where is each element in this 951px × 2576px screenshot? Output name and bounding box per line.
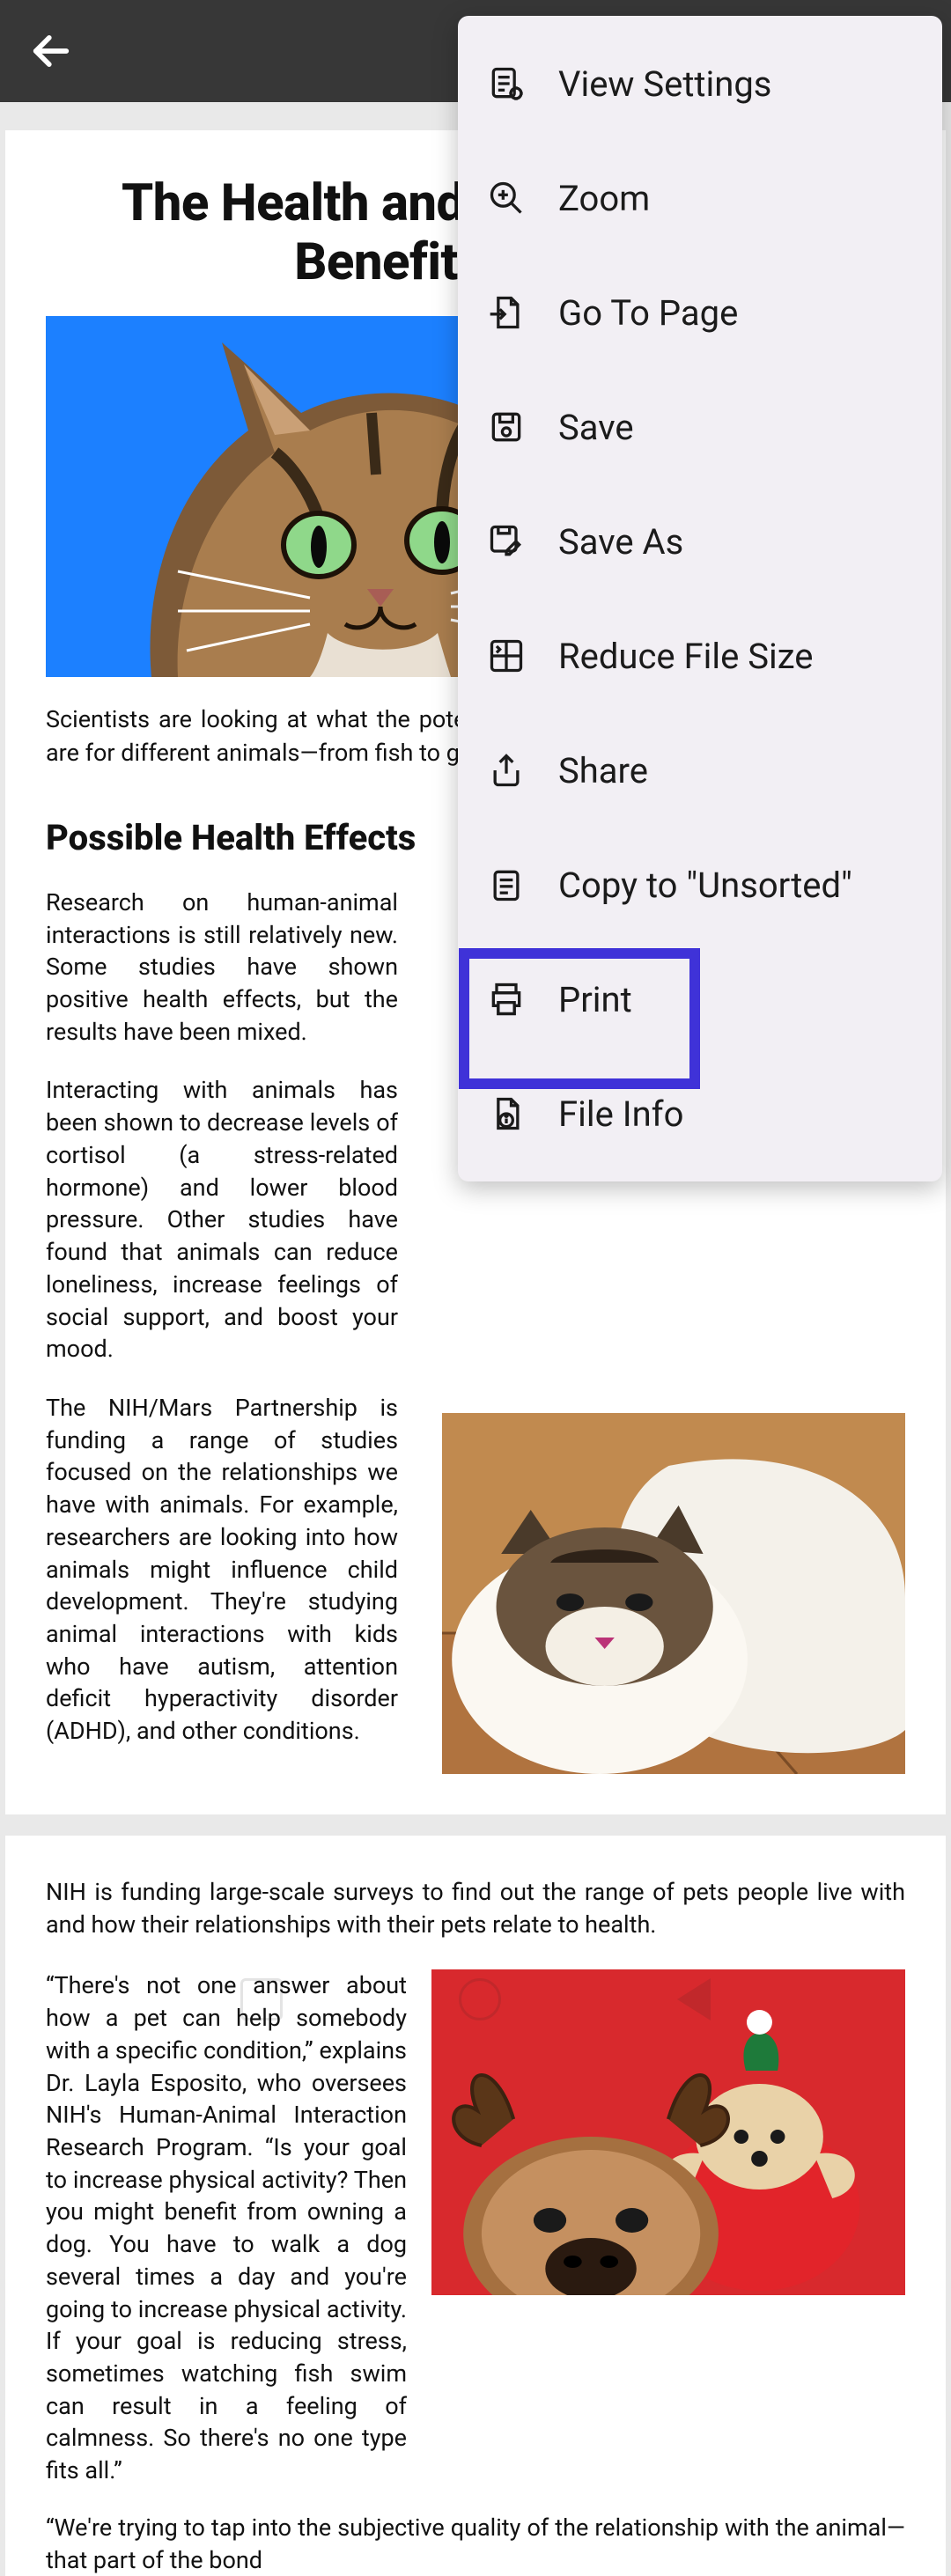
print-icon — [486, 979, 527, 1019]
menu-file-info[interactable]: File Info — [458, 1056, 942, 1171]
page2-paragraph-2: “There's not one answer about how a pet … — [46, 1969, 407, 2487]
back-button[interactable] — [25, 25, 77, 77]
share-icon — [486, 750, 527, 791]
save-icon — [486, 407, 527, 447]
menu-save-as[interactable]: Save As — [458, 484, 942, 599]
zoom-icon — [486, 178, 527, 218]
copy-icon — [486, 865, 527, 905]
back-nav-icon[interactable] — [677, 1978, 711, 2020]
file-info-icon — [486, 1093, 527, 1134]
save-as-icon — [486, 521, 527, 562]
menu-label: Save As — [558, 521, 683, 563]
go-to-page-icon — [486, 292, 527, 333]
page2-paragraph-1: NIH is funding large-scale surveys to fi… — [46, 1876, 905, 1942]
home-nav-icon[interactable] — [459, 1978, 501, 2020]
menu-label: View Settings — [558, 63, 771, 105]
menu-reduce-file-size[interactable]: Reduce File Size — [458, 599, 942, 713]
menu-label: Share — [558, 750, 648, 791]
reduce-size-icon — [486, 636, 527, 676]
menu-label: Print — [558, 979, 632, 1020]
page2-tail-text: “We're trying to tap into the subjective… — [46, 2512, 905, 2576]
menu-go-to-page[interactable]: Go To Page — [458, 255, 942, 370]
menu-copy-to-unsorted[interactable]: Copy to "Unsorted" — [458, 828, 942, 942]
menu-view-settings[interactable]: View Settings — [458, 26, 942, 141]
menu-save[interactable]: Save — [458, 370, 942, 484]
menu-label: Copy to "Unsorted" — [558, 865, 852, 906]
menu-label: Go To Page — [558, 292, 738, 334]
menu-zoom[interactable]: Zoom — [458, 141, 942, 255]
cat-and-dog-image — [442, 1413, 905, 1774]
menu-label: File Info — [558, 1093, 683, 1135]
overflow-menu: View Settings Zoom Go To Page Save Save … — [458, 16, 942, 1181]
menu-label: Reduce File Size — [558, 636, 813, 677]
menu-label: Save — [558, 407, 634, 448]
view-settings-icon — [486, 63, 527, 104]
system-nav — [0, 1978, 951, 2020]
section-text: Research on human-animal interactions is… — [46, 887, 398, 1774]
menu-print[interactable]: Print — [458, 942, 942, 1056]
menu-share[interactable]: Share — [458, 713, 942, 828]
document-page-2[interactable]: NIH is funding large-scale surveys to fi… — [5, 1836, 946, 2576]
overview-nav-icon[interactable] — [240, 1978, 283, 2020]
menu-label: Zoom — [558, 178, 650, 219]
arrow-left-icon — [28, 28, 74, 74]
